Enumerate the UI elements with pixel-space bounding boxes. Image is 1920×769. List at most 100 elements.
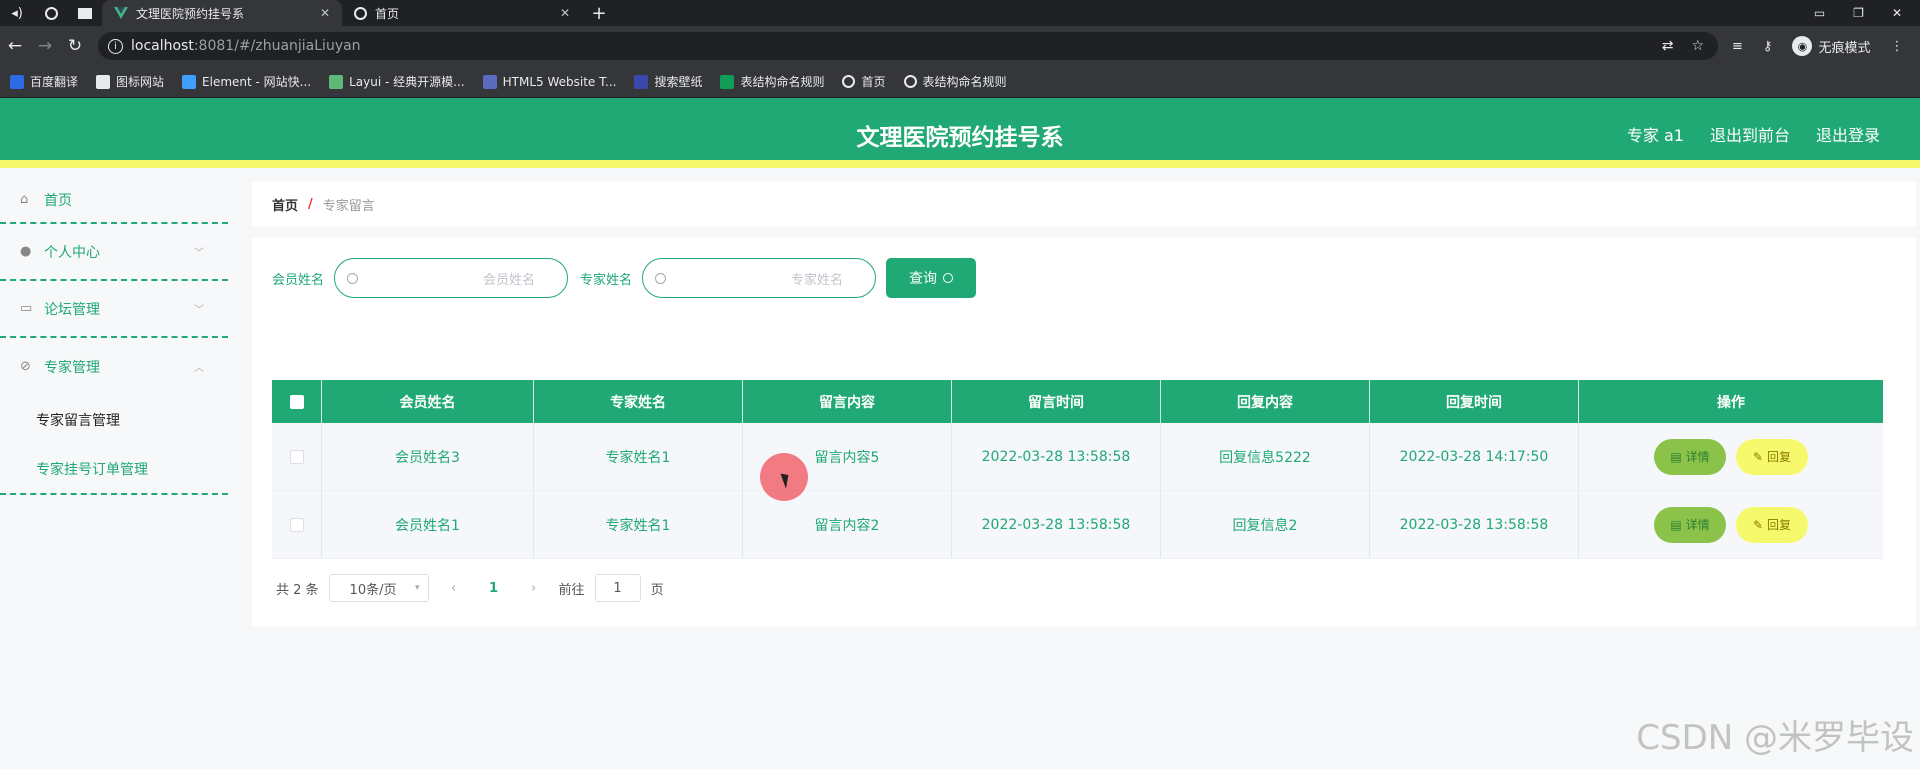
detail-button-label: 详情 bbox=[1685, 450, 1710, 464]
reload-icon[interactable]: ↻ bbox=[60, 36, 90, 56]
bookmark-label: Element - 网站快... bbox=[202, 75, 312, 89]
detail-button[interactable]: ▤ 详情 bbox=[1654, 506, 1726, 543]
close-tab-icon[interactable]: ✕ bbox=[320, 6, 330, 20]
logout-link[interactable]: 退出登录 bbox=[1816, 122, 1880, 146]
browser-tab-strip: ◂) 文理医院预约挂号系 ✕ 首页 ✕ + ▭ ❐ ✕ bbox=[0, 0, 1920, 26]
bookmark-item[interactable]: 表结构命名规则 bbox=[903, 73, 1007, 90]
url-bar[interactable]: i localhost:8081/#/zhuanjiaLiuyan ⇄ ☆ bbox=[98, 32, 1718, 60]
page-size-select[interactable]: 10条/页 ▾ bbox=[328, 574, 429, 602]
reply-button[interactable]: ✎ 回复 bbox=[1736, 506, 1808, 543]
tab-label: 文理医院预约挂号系 bbox=[136, 6, 245, 21]
sidebar: ⌂ 首页 ● 个人中心 ﹀ ▭ 论坛管理 ﹀ ⊘ 专家管理 ︿ 专家留言管理 专… bbox=[0, 178, 228, 495]
bookmark-item[interactable]: Element - 网站快... bbox=[182, 73, 311, 90]
site-info-icon[interactable]: i bbox=[108, 38, 123, 54]
row-checkbox[interactable] bbox=[289, 517, 304, 532]
page-number[interactable]: 1 bbox=[479, 581, 509, 596]
select-all-checkbox[interactable] bbox=[289, 394, 304, 409]
incognito-badge[interactable]: ◉ 无痕模式 bbox=[1792, 36, 1870, 56]
search-icon bbox=[943, 273, 954, 283]
pinned-tab-globe[interactable] bbox=[34, 0, 68, 26]
back-icon[interactable]: ← bbox=[0, 36, 30, 56]
chevron-down-icon: ▾ bbox=[415, 583, 420, 593]
sidebar-item-label: 个人中心 bbox=[44, 244, 100, 261]
sidebar-subitem-messages[interactable]: 专家留言管理 bbox=[0, 395, 228, 445]
tab-hospital[interactable]: 文理医院预约挂号系 ✕ bbox=[102, 0, 342, 26]
sidebar-item-forum[interactable]: ▭ 论坛管理 ﹀ bbox=[0, 281, 228, 338]
column-header[interactable]: 留言内容 bbox=[743, 380, 952, 423]
key-icon[interactable]: ⚷ bbox=[1763, 39, 1773, 54]
table-row[interactable]: 会员姓名1 专家姓名1 留言内容2 2022-03-28 13:58:58 回复… bbox=[272, 491, 1883, 559]
bookmark-item[interactable]: 首页 bbox=[842, 73, 886, 90]
reply-button-label: 回复 bbox=[1767, 450, 1792, 464]
pinned-tab-blank[interactable] bbox=[68, 0, 102, 26]
column-header[interactable]: 专家姓名 bbox=[534, 380, 743, 423]
expert-name-input[interactable]: 专家姓名 bbox=[642, 258, 877, 298]
search-icon bbox=[655, 272, 667, 284]
query-button-label: 查询 bbox=[909, 271, 938, 287]
bookmark-star-icon[interactable]: ☆ bbox=[1691, 38, 1704, 54]
bookmark-item[interactable]: 图标网站 bbox=[96, 73, 164, 90]
bookmark-favicon-icon bbox=[329, 74, 344, 89]
tab-label: 首页 bbox=[375, 6, 400, 21]
bookmark-favicon-icon bbox=[182, 74, 197, 89]
sidebar-item-label: 专家管理 bbox=[44, 359, 100, 376]
user-icon: ● bbox=[20, 243, 32, 259]
total-count: 共 2 条 bbox=[276, 582, 319, 598]
globe-icon bbox=[842, 75, 856, 88]
restore-icon[interactable]: ▭ bbox=[1814, 6, 1825, 20]
translate-icon[interactable]: ⇄ bbox=[1662, 38, 1674, 54]
bookmark-item[interactable]: 表结构命名规则 bbox=[720, 73, 824, 90]
bookmark-item[interactable]: 百度翻译 bbox=[10, 73, 78, 90]
column-header[interactable]: 回复内容 bbox=[1161, 380, 1370, 423]
document-icon: ▤ bbox=[1670, 517, 1682, 532]
bookmark-label: HTML5 Website T... bbox=[502, 74, 617, 89]
tab-home[interactable]: 首页 ✕ bbox=[342, 0, 582, 26]
search-icon bbox=[347, 272, 359, 284]
bookmark-item[interactable]: Layui - 经典开源模... bbox=[329, 73, 465, 90]
reply-button[interactable]: ✎ 回复 bbox=[1736, 438, 1808, 475]
chevron-down-icon: ﹀ bbox=[194, 248, 204, 259]
chevron-up-icon: ︿ bbox=[194, 363, 204, 374]
bookmark-item[interactable]: 搜索壁纸 bbox=[634, 73, 702, 90]
bookmark-label: 表结构命名规则 bbox=[922, 75, 1007, 89]
menu-icon[interactable]: ⋮ bbox=[1890, 39, 1903, 54]
new-tab-button[interactable]: + bbox=[582, 0, 616, 26]
row-checkbox[interactable] bbox=[289, 449, 304, 464]
close-window-icon[interactable]: ✕ bbox=[1892, 6, 1902, 20]
toolbar-right: ≡ ⚷ ◉ 无痕模式 ⋮ bbox=[1732, 36, 1903, 56]
bookmark-favicon-icon bbox=[482, 74, 497, 89]
to-front-link[interactable]: 退出到前台 bbox=[1710, 122, 1790, 146]
next-page-button[interactable]: › bbox=[519, 581, 549, 596]
query-button[interactable]: 查询 bbox=[886, 258, 977, 298]
cell-member: 会员姓名1 bbox=[322, 491, 534, 558]
sidebar-subitem-orders[interactable]: 专家挂号订单管理 bbox=[0, 445, 228, 495]
column-header[interactable]: 回复时间 bbox=[1370, 380, 1579, 423]
breadcrumb-home[interactable]: 首页 bbox=[272, 195, 298, 214]
table-row[interactable]: 会员姓名3 专家姓名1 留言内容5 2022-03-28 13:58:58 回复… bbox=[272, 423, 1883, 491]
column-header[interactable]: 会员姓名 bbox=[322, 380, 534, 423]
bell-off-icon: ⊘ bbox=[20, 358, 31, 374]
cell-reply: 回复信息5222 bbox=[1161, 423, 1370, 490]
sidebar-item-experts[interactable]: ⊘ 专家管理 ︿ bbox=[0, 338, 228, 395]
vue-logo-icon bbox=[114, 7, 128, 19]
bookmark-item[interactable]: HTML5 Website T... bbox=[482, 74, 617, 89]
goto-page-input[interactable]: 1 bbox=[594, 574, 641, 602]
current-user[interactable]: 专家 a1 bbox=[1627, 122, 1684, 146]
close-tab-icon[interactable]: ✕ bbox=[560, 6, 570, 20]
sidebar-item-profile[interactable]: ● 个人中心 ﹀ bbox=[0, 224, 228, 281]
goto-label: 前往 bbox=[558, 582, 585, 598]
address-bar-row: ← → ↻ i localhost:8081/#/zhuanjiaLiuyan … bbox=[0, 26, 1920, 66]
forward-icon[interactable]: → bbox=[30, 36, 60, 56]
bookmark-label: 图标网站 bbox=[116, 75, 165, 89]
detail-button[interactable]: ▤ 详情 bbox=[1654, 438, 1726, 475]
reading-list-icon[interactable]: ≡ bbox=[1732, 39, 1743, 54]
sidebar-item-home[interactable]: ⌂ 首页 bbox=[0, 178, 228, 224]
audio-icon[interactable]: ◂) bbox=[0, 0, 34, 26]
cell-reply-time: 2022-03-28 14:17:50 bbox=[1370, 423, 1579, 490]
cell-reply: 回复信息2 bbox=[1161, 491, 1370, 558]
column-header[interactable]: 留言时间 bbox=[952, 380, 1161, 423]
prev-page-button[interactable]: ‹ bbox=[439, 581, 469, 596]
bookmark-favicon-icon bbox=[10, 74, 24, 89]
member-name-input[interactable]: 会员姓名 bbox=[334, 258, 569, 298]
maximize-icon[interactable]: ❐ bbox=[1853, 6, 1864, 20]
